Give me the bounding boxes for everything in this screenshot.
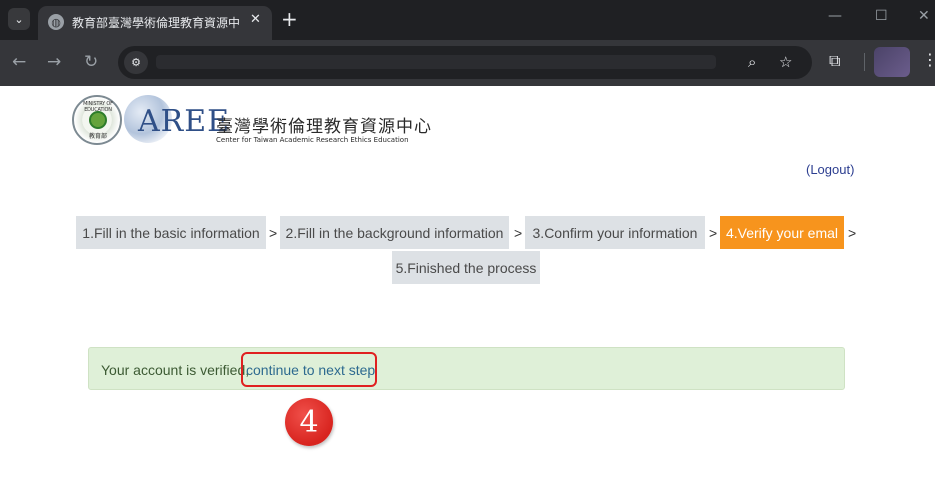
browser-toolbar: ← → ↻ ⚙ ⌕ ☆: [0, 40, 935, 86]
moe-logo-zh: 教育部: [88, 133, 107, 140]
ministry-of-education-logo: MINISTRY OF EDUCATION 教育部: [72, 95, 122, 145]
moe-leaf-emblem: [89, 111, 107, 129]
forward-icon[interactable]: →: [47, 52, 61, 72]
bookmark-star-icon[interactable]: ☆: [779, 53, 792, 71]
browser-tab-bar: ⌄ ◍ 教育部臺灣學術倫理教育資源中 ✕ + — ☐ ✕: [0, 0, 935, 40]
step-finished: 5.Finished the process: [392, 251, 540, 284]
step-verify-email: 4.Verify your emal: [720, 216, 844, 249]
window-close-icon[interactable]: ✕: [918, 8, 930, 24]
success-alert: Your account is verified, continue to ne…: [88, 347, 845, 390]
tab-search-chevron-icon[interactable]: ⌄: [8, 8, 30, 30]
org-name-zh: 臺灣學術倫理教育資源中心: [216, 117, 432, 137]
zoom-icon[interactable]: ⌕: [748, 53, 756, 71]
reload-icon[interactable]: ↻: [84, 52, 98, 72]
more-menu-icon[interactable]: ⋮: [922, 50, 935, 69]
back-icon[interactable]: ←: [12, 52, 26, 72]
browser-tab[interactable]: ◍ 教育部臺灣學術倫理教育資源中 ✕: [38, 6, 272, 40]
new-tab-icon[interactable]: +: [281, 7, 298, 31]
alert-message: Your account is verified,: [101, 362, 250, 378]
toolbar-divider: [864, 53, 865, 71]
step-background-info: 2.Fill in the background information: [280, 216, 509, 249]
site-info-icon[interactable]: ⚙: [124, 51, 148, 74]
tab-title: 教育部臺灣學術倫理教育資源中: [72, 16, 241, 30]
step-confirm-info: 3.Confirm your information: [525, 216, 705, 249]
profile-avatar[interactable]: [874, 47, 910, 77]
globe-icon: ◍: [48, 14, 64, 30]
tab-close-icon[interactable]: ✕: [250, 12, 261, 27]
extensions-icon[interactable]: ⧉: [829, 51, 840, 71]
logout-link[interactable]: (Logout): [806, 162, 854, 177]
step-arrow: >: [269, 225, 278, 241]
step-arrow: >: [514, 225, 523, 241]
annotation-highlight-box: [241, 352, 377, 387]
address-bar[interactable]: ⚙ ⌕ ☆: [118, 46, 812, 79]
annotation-step-marker: 4: [285, 398, 333, 446]
url-text[interactable]: [156, 55, 716, 69]
org-name-en: Center for Taiwan Academic Research Ethi…: [216, 136, 409, 144]
step-arrow: >: [709, 225, 718, 241]
step-basic-info: 1.Fill in the basic information: [76, 216, 266, 249]
maximize-icon[interactable]: ☐: [875, 8, 888, 24]
step-arrow: >: [848, 225, 857, 241]
minimize-icon[interactable]: —: [828, 8, 842, 24]
